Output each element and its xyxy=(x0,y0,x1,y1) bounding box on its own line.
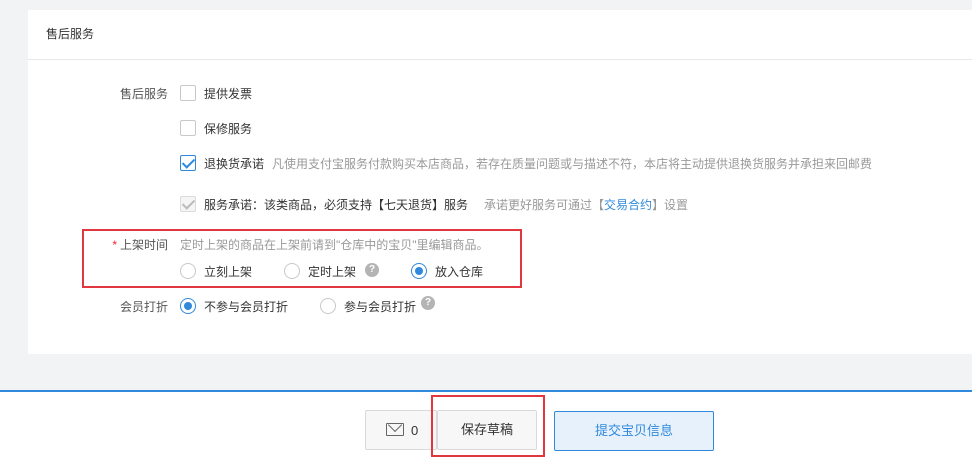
required-mark: * xyxy=(112,238,117,252)
section-title: 售后服务 xyxy=(28,10,972,60)
message-count: 0 xyxy=(411,423,419,438)
member-discount-label: 会员打折 xyxy=(119,300,168,314)
messages-button[interactable]: 0 xyxy=(365,410,437,450)
submit-item-button[interactable]: 提交宝贝信息 xyxy=(554,411,714,451)
service-promise-label: 服务承诺：该类商品，必须支持【七天退货】服务 xyxy=(204,198,469,212)
service-promise-checkbox xyxy=(180,196,196,212)
list-now-radio[interactable] xyxy=(180,263,196,279)
no-member-discount-label: 不参与会员打折 xyxy=(204,300,289,314)
invoice-label: 提供发票 xyxy=(204,87,253,101)
mail-icon xyxy=(386,423,404,436)
return-promise-checkbox[interactable] xyxy=(180,155,196,171)
listing-time-hint: 定时上架的商品在上架前请到"仓库中的宝贝"里编辑商品。 xyxy=(180,238,489,252)
listing-time-label-text: 上架时间 xyxy=(119,238,168,252)
trade-contract-link[interactable]: 交易合约 xyxy=(604,198,652,212)
promise-note-suffix: 】设置 xyxy=(652,198,689,212)
invoice-checkbox[interactable] xyxy=(180,85,196,101)
to-warehouse-radio[interactable] xyxy=(411,263,427,279)
return-promise-label: 退换货承诺 xyxy=(204,157,265,171)
service-promise-note: 承诺更好服务可通过【交易合约】设置 xyxy=(484,196,688,213)
help-icon[interactable]: ? xyxy=(421,296,435,310)
after-sales-card: 售后服务 xyxy=(28,10,972,354)
help-icon[interactable]: ? xyxy=(365,263,379,277)
list-now-label: 立刻上架 xyxy=(204,265,253,279)
return-promise-note: 凡使用支付宝服务付款购买本店商品，若存在质量问题或与描述不符，本店将主动提供退换… xyxy=(272,157,873,171)
no-member-discount-radio[interactable] xyxy=(180,298,196,314)
scheduled-list-label: 定时上架 xyxy=(308,265,357,279)
after-sales-label: 售后服务 xyxy=(119,87,168,101)
promise-note-prefix: 承诺更好服务可通过【 xyxy=(484,198,605,212)
warranty-checkbox[interactable] xyxy=(180,120,196,136)
warranty-label: 保修服务 xyxy=(204,122,253,136)
to-warehouse-label: 放入仓库 xyxy=(435,265,484,279)
listing-time-label: * 上架时间 xyxy=(28,236,168,253)
save-draft-highlight xyxy=(431,395,545,457)
scheduled-list-radio[interactable] xyxy=(284,263,300,279)
member-discount-option-label: 参与会员打折 xyxy=(344,300,417,314)
member-discount-radio[interactable] xyxy=(320,298,336,314)
